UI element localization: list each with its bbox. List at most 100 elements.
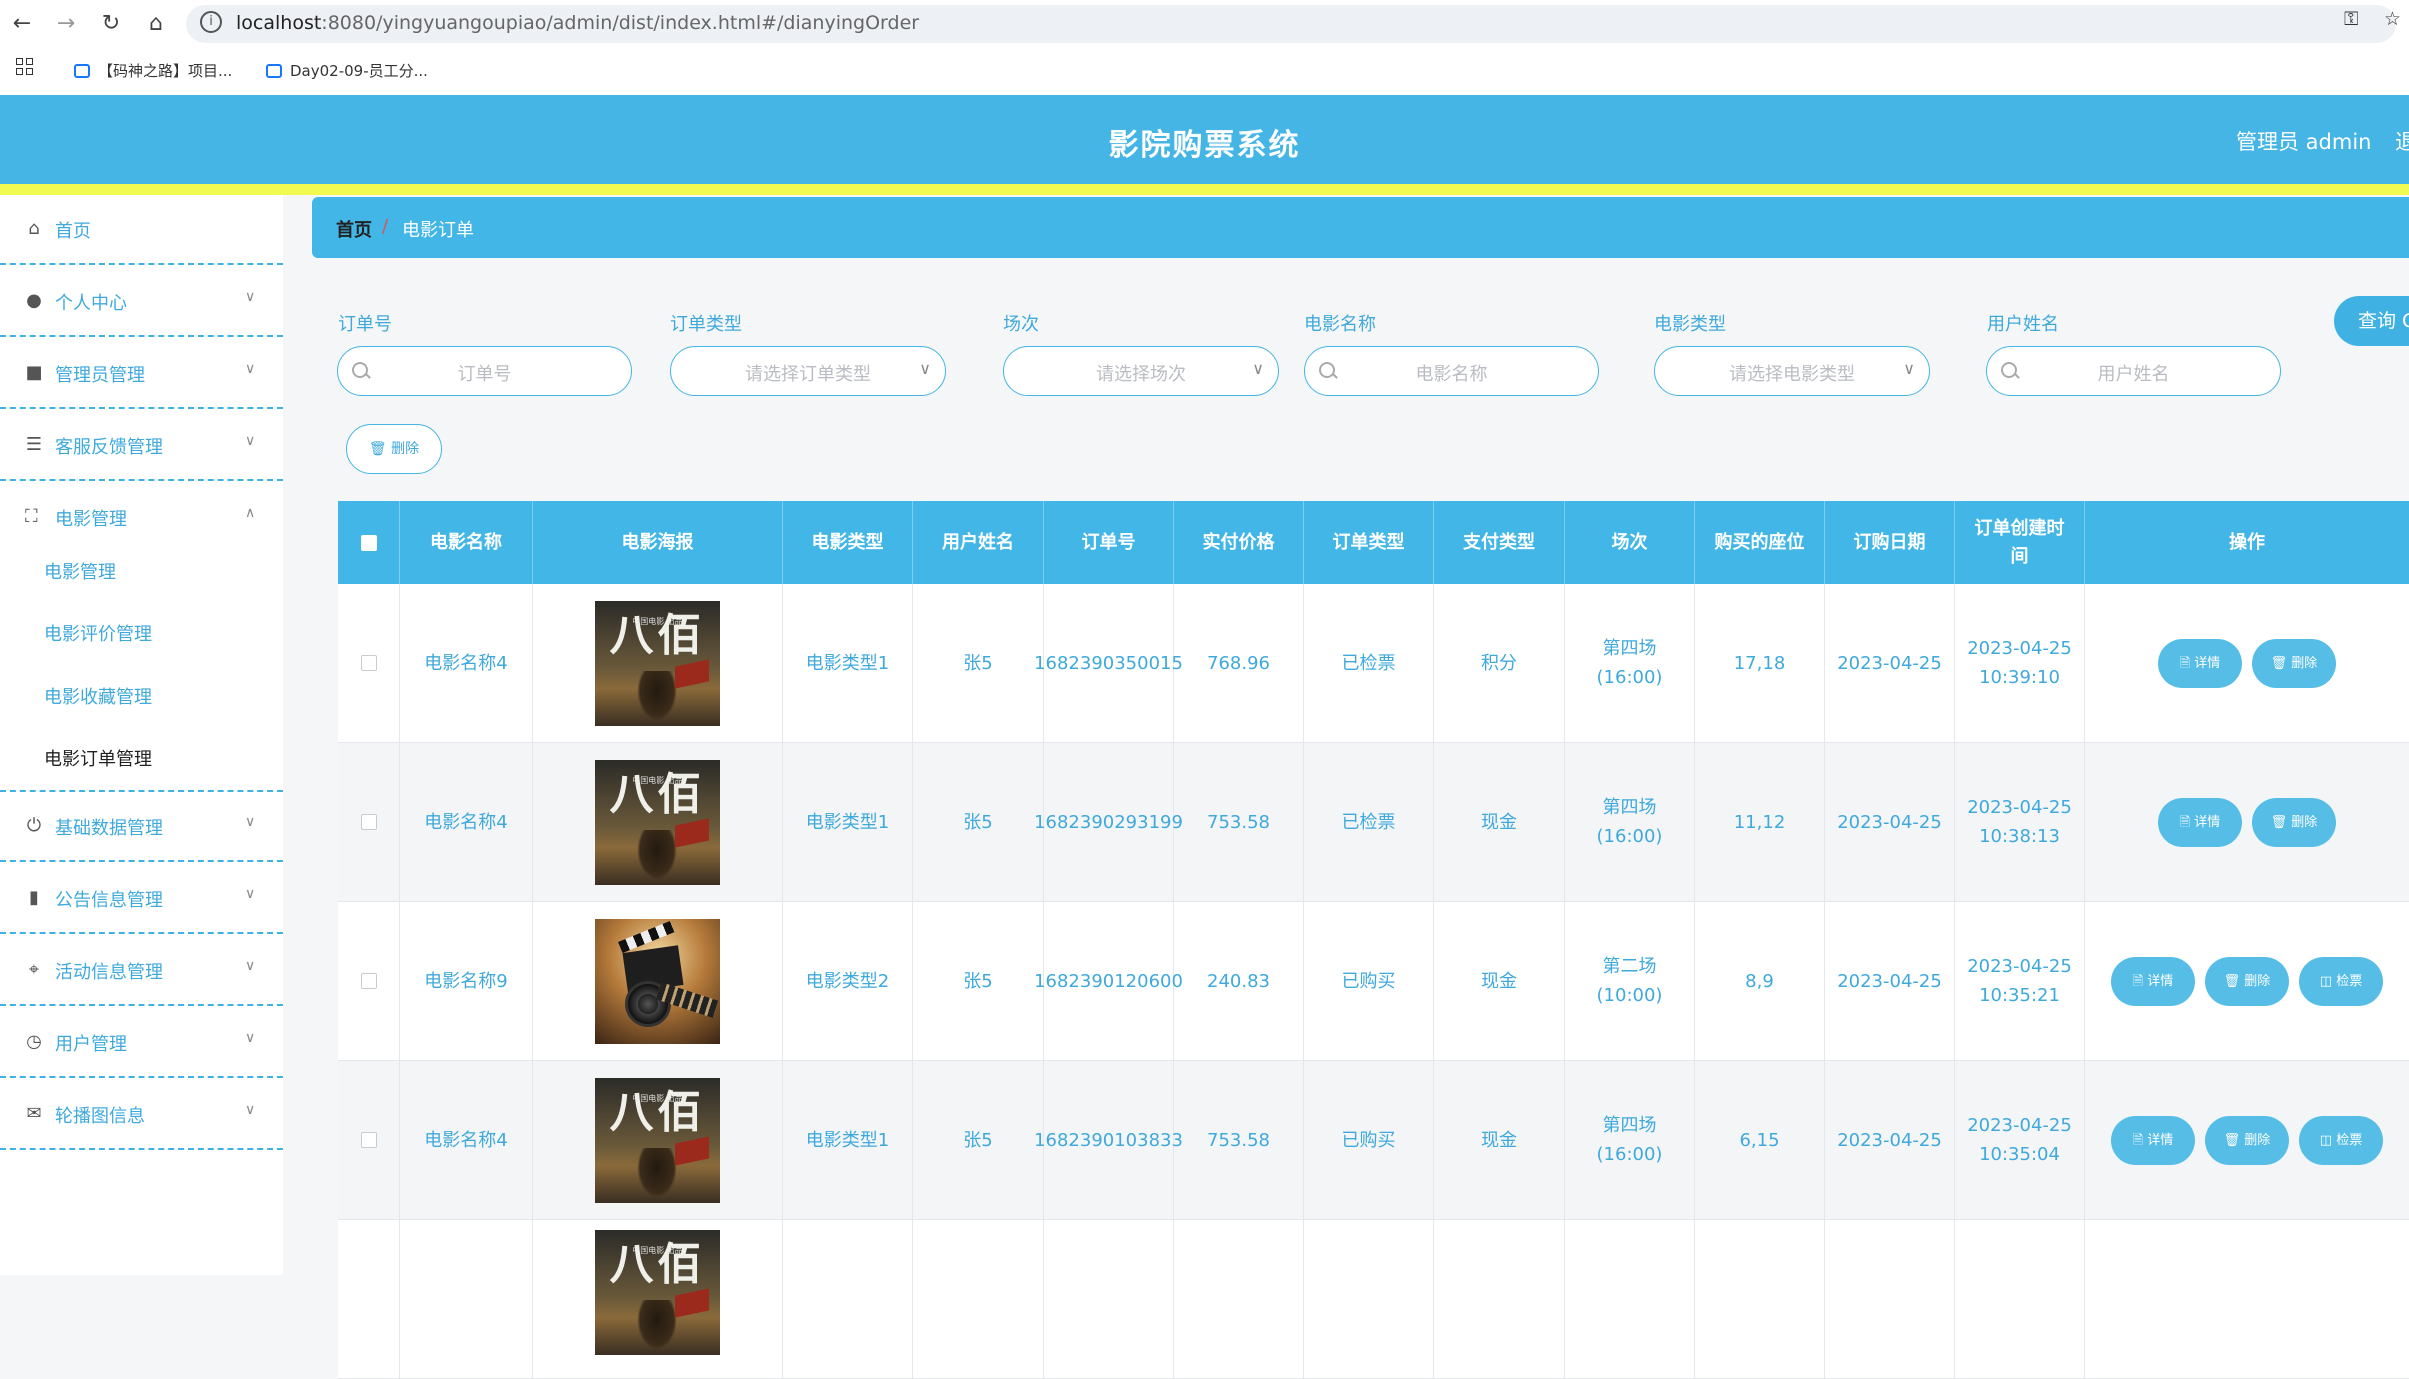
row-checkbox[interactable] (360, 814, 377, 830)
col-created-time[interactable]: 订单创建时间 (1955, 501, 2085, 584)
cell-created-time: 2023-04-25 10:38:13 (1955, 743, 2085, 901)
sidebar-item-label: 首页 (55, 221, 91, 242)
forward-icon[interactable]: → (52, 10, 80, 38)
col-price[interactable]: 实付价格 (1174, 501, 1304, 584)
input-placeholder: 请选择订单类型 (745, 364, 871, 385)
query-button[interactable]: 查询 Q (2334, 296, 2409, 346)
logout-link[interactable]: 退 (2395, 126, 2409, 156)
cell-user-name (913, 1220, 1044, 1378)
sidebar-item-users[interactable]: ◷ 用户管理 ∨ (0, 1008, 283, 1078)
cell-order-type: 已检票 (1304, 743, 1434, 901)
poster-figure (637, 1147, 677, 1198)
cell-poster: 中国电影 出品 八佰 (533, 1220, 783, 1378)
movie-name-input[interactable]: 电影名称 (1304, 346, 1599, 396)
sidebar-item-profile[interactable]: ● 个人中心 ∨ (0, 267, 283, 337)
back-icon[interactable]: ← (8, 10, 36, 38)
sidebar-item-activities[interactable]: ⌖ 活动信息管理 ∨ (0, 936, 283, 1006)
bookmark-item[interactable]: Day02-09-员工分... (266, 60, 428, 81)
movie-poster-image (595, 918, 720, 1044)
row-checkbox[interactable] (360, 1132, 377, 1148)
select-all-checkbox[interactable] (360, 534, 377, 551)
check-ticket-button[interactable]: ◫ 检票 (2299, 1115, 2383, 1165)
row-select-cell (338, 743, 400, 901)
col-user-name[interactable]: 用户姓名 (913, 501, 1044, 584)
table-row: 电影名称4 中国电影 出品 八佰 电影类型1 张5 1682390103833 753.58… (338, 1061, 2409, 1220)
sidebar-subitem-movie-favorites[interactable]: 电影收藏管理 (44, 683, 152, 709)
sidebar-item-label: 客服反馈管理 (55, 437, 163, 458)
delete-button[interactable]: 🗑 删除 (2205, 1115, 2289, 1165)
cell-price: 753.58 (1174, 743, 1304, 901)
sidebar-item-label: 轮播图信息 (55, 1106, 145, 1127)
detail-button[interactable]: 🗎 详情 (2158, 638, 2242, 688)
user-name-input[interactable]: 用户姓名 (1986, 346, 2281, 396)
sidebar-subitem-movie-reviews[interactable]: 电影评价管理 (44, 620, 152, 646)
row-checkbox[interactable] (360, 655, 377, 671)
sidebar-item-carousel[interactable]: ✉ 轮播图信息 ∨ (0, 1080, 283, 1150)
order-no-input[interactable]: 订单号 (337, 346, 632, 396)
col-movie-name[interactable]: 电影名称 (400, 501, 533, 584)
sidebar-subitem-movie-manage[interactable]: 电影管理 (44, 558, 116, 584)
col-pay-type[interactable]: 支付类型 (1434, 501, 1565, 584)
sidebar-item-label: 管理员管理 (55, 365, 145, 386)
movie-type-select[interactable]: 请选择电影类型 ∨ (1654, 346, 1930, 396)
row-select-cell (338, 1220, 400, 1378)
table-row: 电影名称4 中国电影 出品 八佰 电影类型1 张5 1682390293199 753.58… (338, 743, 2409, 902)
site-info-icon[interactable]: i (200, 11, 222, 33)
sidebar-item-home[interactable]: ⌂ 首页 (0, 195, 283, 265)
sidebar-item-announcements[interactable]: ▮ 公告信息管理 ∨ (0, 864, 283, 934)
expand-icon: ⛶ (25, 506, 38, 527)
batch-delete-button[interactable]: 🗑 删除 (346, 424, 442, 474)
header-accent-bar (0, 184, 2409, 195)
chevron-down-icon: ∨ (245, 289, 256, 305)
cell-price: 753.58 (1174, 1061, 1304, 1219)
chevron-down-icon: ∨ (1903, 359, 1915, 378)
row-select-cell (338, 902, 400, 1060)
col-movie-type[interactable]: 电影类型 (783, 501, 913, 584)
sidebar-item-movies[interactable]: ⛶ 电影管理 ∧ (0, 483, 283, 553)
cell-order-type (1304, 1220, 1434, 1378)
col-order-no[interactable]: 订单号 (1044, 501, 1174, 584)
cell-order-type: 已购买 (1304, 902, 1434, 1060)
row-checkbox[interactable] (360, 973, 377, 989)
bookmark-item[interactable]: 【码神之路】项目... (74, 60, 232, 81)
delete-button[interactable]: 🗑 删除 (2252, 638, 2336, 688)
address-bar[interactable]: i localhost:8080/yingyuangoupiao/admin/d… (186, 5, 2396, 43)
movie-poster-image: 中国电影 出品 八佰 (595, 1077, 720, 1203)
user-icon: ● (26, 290, 42, 311)
check-ticket-button[interactable]: ◫ 检票 (2299, 956, 2383, 1006)
order-type-select[interactable]: 请选择订单类型 ∨ (670, 346, 946, 396)
key-icon[interactable]: ⚿ (2344, 8, 2358, 30)
reload-icon[interactable]: ↻ (97, 10, 125, 38)
sidebar-subitem-movie-orders[interactable]: 电影订单管理 (44, 745, 152, 771)
bookmark-star-icon[interactable]: ☆ (2384, 8, 2401, 30)
detail-button[interactable]: 🗎 详情 (2111, 956, 2195, 1006)
cell-seats (1695, 1220, 1825, 1378)
col-session[interactable]: 场次 (1565, 501, 1695, 584)
cell-created-time: 2023-04-25 10:39:10 (1955, 584, 2085, 742)
detail-button[interactable]: 🗎 详情 (2111, 1115, 2195, 1165)
col-order-date[interactable]: 订购日期 (1825, 501, 1955, 584)
cell-pay-type (1434, 1220, 1565, 1378)
breadcrumb-separator: / (382, 216, 389, 237)
sidebar-item-label: 个人中心 (55, 293, 127, 314)
delete-button[interactable]: 🗑 删除 (2205, 956, 2289, 1006)
cell-seats: 17,18 (1695, 584, 1825, 742)
breadcrumb-home[interactable]: 首页 (336, 216, 372, 242)
poster-figure (637, 670, 677, 721)
session-select[interactable]: 请选择场次 ∨ (1003, 346, 1279, 396)
cell-user-name: 张5 (913, 902, 1044, 1060)
filter-label-order-no: 订单号 (338, 314, 392, 335)
cell-seats: 6,15 (1695, 1061, 1825, 1219)
sidebar-item-feedback[interactable]: ☰ 客服反馈管理 ∨ (0, 411, 283, 481)
poster-figure (637, 829, 677, 880)
cell-movie-name: 电影名称4 (400, 743, 533, 901)
detail-button[interactable]: 🗎 详情 (2158, 797, 2242, 847)
delete-button[interactable]: 🗑 删除 (2252, 797, 2336, 847)
sidebar-item-admins[interactable]: ■ 管理员管理 ∨ (0, 339, 283, 409)
col-order-type[interactable]: 订单类型 (1304, 501, 1434, 584)
col-seats[interactable]: 购买的座位 (1695, 501, 1825, 584)
sidebar-item-basic-data[interactable]: ⏻ 基础数据管理 ∨ (0, 792, 283, 862)
home-nav-icon[interactable]: ⌂ (142, 10, 170, 38)
row-select-cell (338, 584, 400, 742)
col-poster[interactable]: 电影海报 (533, 501, 783, 584)
